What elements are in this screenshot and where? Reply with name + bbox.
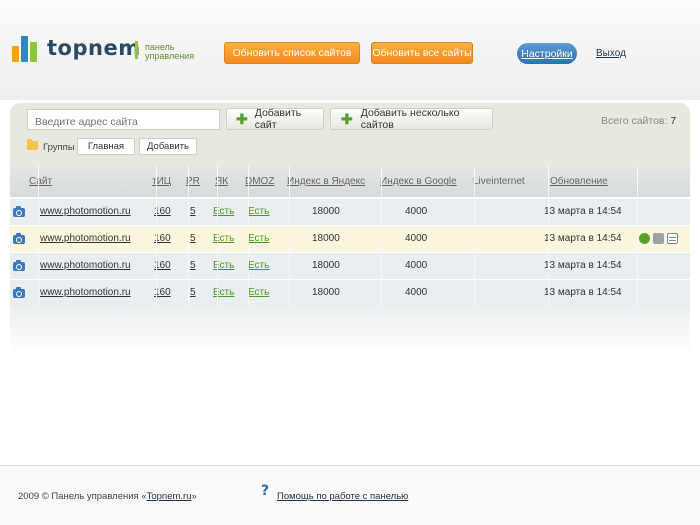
yandex-index: 18000 bbox=[312, 233, 340, 244]
column-header-1[interactable]: тИЦ bbox=[152, 176, 171, 187]
yandex-index: 18000 bbox=[312, 287, 340, 298]
camera-icon[interactable] bbox=[13, 233, 25, 244]
update-time: 13 марта в 14:54 bbox=[544, 233, 622, 244]
dmoz-status[interactable]: Есть bbox=[248, 287, 269, 298]
site-link[interactable]: www.photomotion.ru bbox=[40, 287, 131, 298]
pr-value[interactable]: 5 bbox=[190, 233, 196, 244]
column-header-8[interactable]: Обновление bbox=[550, 176, 608, 187]
column-divider bbox=[548, 166, 549, 306]
google-index: 4000 bbox=[405, 233, 428, 244]
dmoz-status[interactable]: Есть bbox=[248, 233, 269, 244]
copyright: 2009 © Панель управления «Topnem.ru» bbox=[18, 491, 197, 502]
update-time: 13 марта в 14:54 bbox=[544, 287, 622, 298]
plus-many-icon: ✚ bbox=[341, 110, 353, 127]
logo-subtitle: панель управления bbox=[145, 42, 195, 61]
google-index: 4000 bbox=[405, 260, 428, 271]
exit-link[interactable]: Выход bbox=[596, 48, 626, 59]
total-sites-count: 7 bbox=[670, 115, 677, 127]
help-link[interactable]: Помощь по работе с панелью bbox=[277, 491, 408, 502]
total-sites: Всего сайтов: 7 bbox=[601, 115, 677, 127]
update-site-list-button[interactable]: Обновить список сайтов bbox=[224, 42, 360, 64]
topnem-link[interactable]: Topnem.ru bbox=[147, 491, 192, 502]
column-divider bbox=[637, 166, 638, 306]
plus-icon: ✚ bbox=[236, 110, 248, 127]
column-header-4[interactable]: DMOZ bbox=[245, 176, 274, 187]
logo-bars-icon bbox=[12, 34, 40, 62]
add-many-sites-button[interactable]: ✚ Добавить несколько сайтов bbox=[330, 107, 493, 131]
dmoz-status[interactable]: Есть bbox=[248, 206, 269, 217]
column-divider bbox=[156, 166, 157, 306]
update-all-sites-button[interactable]: Обновить все сайты bbox=[371, 42, 473, 64]
site-address-input[interactable] bbox=[27, 109, 220, 130]
dmoz-status[interactable]: Есть bbox=[248, 260, 269, 271]
logo-text: topnem bbox=[47, 36, 141, 60]
logo[interactable] bbox=[12, 32, 40, 62]
table-fade bbox=[10, 306, 690, 356]
column-divider bbox=[248, 166, 249, 306]
folder-icon bbox=[27, 139, 38, 150]
add-site-button[interactable]: ✚ Добавить сайт bbox=[226, 107, 324, 131]
column-divider bbox=[38, 166, 39, 306]
column-divider bbox=[217, 166, 218, 306]
add-many-label: Добавить несколько сайтов bbox=[360, 107, 460, 131]
logo-separator bbox=[135, 41, 138, 59]
column-divider bbox=[289, 166, 290, 306]
stats-icon[interactable] bbox=[667, 233, 678, 244]
add-site-label: Добавить сайт bbox=[254, 107, 302, 131]
groups-label: Группы bbox=[43, 142, 75, 153]
site-link[interactable]: www.photomotion.ru bbox=[40, 206, 131, 217]
yandex-index: 18000 bbox=[312, 206, 340, 217]
column-header-6[interactable]: Индекс в Google bbox=[380, 176, 457, 187]
column-divider bbox=[474, 166, 475, 306]
column-divider bbox=[188, 166, 189, 306]
column-divider bbox=[381, 166, 382, 306]
yandex-index: 18000 bbox=[312, 260, 340, 271]
column-header-7: Liveinternet bbox=[473, 176, 525, 187]
pr-value[interactable]: 5 bbox=[190, 260, 196, 271]
google-index: 4000 bbox=[405, 287, 428, 298]
column-header-0[interactable]: Сайт bbox=[29, 176, 52, 187]
camera-icon[interactable] bbox=[13, 260, 25, 271]
update-time: 13 марта в 14:54 bbox=[544, 206, 622, 217]
site-link[interactable]: www.photomotion.ru bbox=[40, 233, 131, 244]
column-header-5[interactable]: Индекс в Яндекс bbox=[287, 176, 365, 187]
trash-icon[interactable] bbox=[653, 233, 664, 244]
refresh-icon[interactable] bbox=[639, 233, 650, 244]
camera-icon[interactable] bbox=[13, 206, 25, 217]
settings-button[interactable]: Настройки bbox=[517, 43, 577, 64]
pr-value[interactable]: 5 bbox=[190, 287, 196, 298]
group-main-button[interactable]: Главная bbox=[77, 138, 135, 155]
camera-icon[interactable] bbox=[13, 287, 25, 298]
pr-value[interactable]: 5 bbox=[190, 206, 196, 217]
site-link[interactable]: www.photomotion.ru bbox=[40, 260, 131, 271]
add-group-button[interactable]: Добавить bbox=[139, 138, 197, 155]
update-time: 13 марта в 14:54 bbox=[544, 260, 622, 271]
google-index: 4000 bbox=[405, 206, 428, 217]
help-icon[interactable]: ? bbox=[261, 483, 269, 499]
